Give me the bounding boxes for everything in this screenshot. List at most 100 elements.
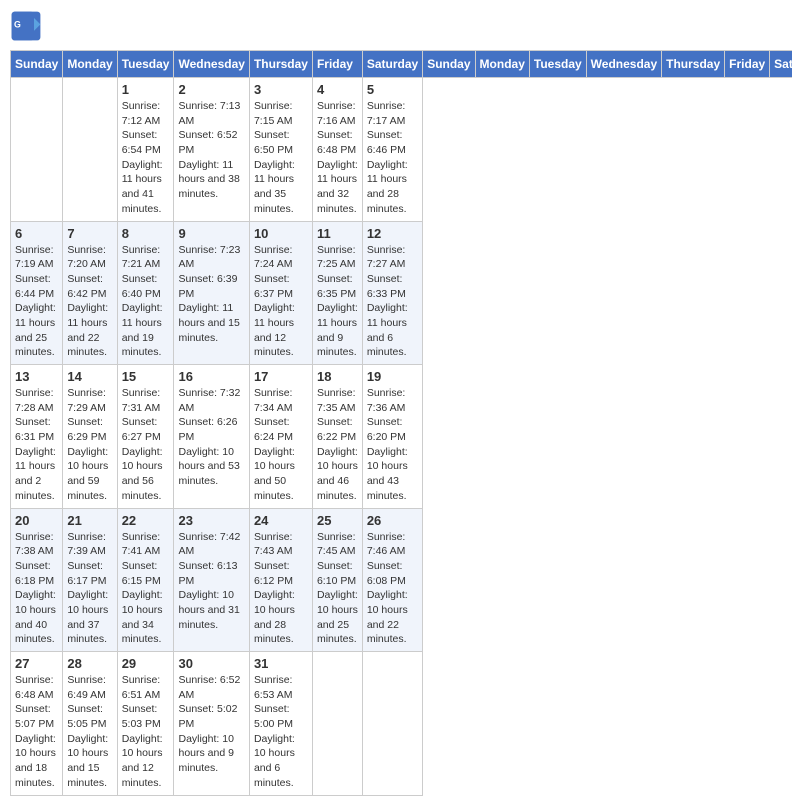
day-number: 22 [122, 513, 170, 528]
calendar-cell: 21 Sunrise: 7:39 AMSunset: 6:17 PMDayligh… [63, 508, 117, 652]
day-number: 25 [317, 513, 358, 528]
calendar-cell: 7 Sunrise: 7:20 AMSunset: 6:42 PMDaylight… [63, 221, 117, 365]
calendar-cell: 11 Sunrise: 7:25 AMSunset: 6:35 PMDayligh… [312, 221, 362, 365]
calendar-cell: 8 Sunrise: 7:21 AMSunset: 6:40 PMDaylight… [117, 221, 174, 365]
day-info: Sunrise: 6:53 AMSunset: 5:00 PMDaylight:… [254, 673, 308, 791]
logo: G [10, 10, 46, 42]
calendar-cell: 5 Sunrise: 7:17 AMSunset: 6:46 PMDaylight… [362, 78, 422, 222]
calendar-cell [362, 652, 422, 796]
day-info: Sunrise: 7:45 AMSunset: 6:10 PMDaylight:… [317, 530, 358, 648]
day-number: 19 [367, 369, 418, 384]
calendar-cell: 2 Sunrise: 7:13 AMSunset: 6:52 PMDaylight… [174, 78, 249, 222]
weekday-header: Wednesday [586, 51, 661, 78]
day-info: Sunrise: 7:39 AMSunset: 6:17 PMDaylight:… [67, 530, 112, 648]
calendar-cell: 18Sunrise: 7:35 AMSunset: 6:22 PMDayligh… [312, 365, 362, 509]
calendar-cell: 31 Sunrise: 6:53 AMSunset: 5:00 PMDayligh… [249, 652, 312, 796]
day-number: 28 [67, 656, 112, 671]
calendar-cell [63, 78, 117, 222]
calendar-week-row: 6Sunrise: 7:19 AMSunset: 6:44 PMDaylight… [11, 221, 792, 365]
day-info: Sunrise: 7:20 AMSunset: 6:42 PMDaylight:… [67, 243, 112, 361]
weekday-header: Wednesday [174, 51, 249, 78]
day-info: Sunrise: 7:23 AMSunset: 6:39 PMDaylight:… [178, 243, 244, 346]
day-info: Sunrise: 7:15 AMSunset: 6:50 PMDaylight:… [254, 99, 308, 217]
weekday-header: Thursday [662, 51, 725, 78]
day-number: 4 [317, 82, 358, 97]
weekday-header: Sunday [11, 51, 63, 78]
day-number: 17 [254, 369, 308, 384]
day-info: Sunrise: 7:32 AMSunset: 6:26 PMDaylight:… [178, 386, 244, 489]
day-number: 1 [122, 82, 170, 97]
calendar-cell: 29 Sunrise: 6:51 AMSunset: 5:03 PMDayligh… [117, 652, 174, 796]
day-number: 27 [15, 656, 58, 671]
header-row: SundayMondayTuesdayWednesdayThursdayFrid… [11, 51, 792, 78]
day-number: 7 [67, 226, 112, 241]
day-number: 5 [367, 82, 418, 97]
calendar-cell: 10Sunrise: 7:24 AMSunset: 6:37 PMDayligh… [249, 221, 312, 365]
day-info: Sunrise: 7:35 AMSunset: 6:22 PMDaylight:… [317, 386, 358, 504]
page-header: G [10, 10, 782, 42]
calendar-cell: 19 Sunrise: 7:36 AMSunset: 6:20 PMDayligh… [362, 365, 422, 509]
calendar-cell: 1Sunrise: 7:12 AMSunset: 6:54 PMDaylight… [117, 78, 174, 222]
day-number: 26 [367, 513, 418, 528]
day-info: Sunrise: 6:51 AMSunset: 5:03 PMDaylight:… [122, 673, 170, 791]
day-info: Sunrise: 7:43 AMSunset: 6:12 PMDaylight:… [254, 530, 308, 648]
day-info: Sunrise: 7:27 AMSunset: 6:33 PMDaylight:… [367, 243, 418, 361]
day-number: 30 [178, 656, 244, 671]
day-info: Sunrise: 7:17 AMSunset: 6:46 PMDaylight:… [367, 99, 418, 217]
weekday-header: Sunday [423, 51, 475, 78]
calendar-cell [11, 78, 63, 222]
day-number: 10 [254, 226, 308, 241]
calendar-cell: 3 Sunrise: 7:15 AMSunset: 6:50 PMDaylight… [249, 78, 312, 222]
day-info: Sunrise: 7:46 AMSunset: 6:08 PMDaylight:… [367, 530, 418, 648]
calendar-cell: 24 Sunrise: 7:43 AMSunset: 6:12 PMDayligh… [249, 508, 312, 652]
day-info: Sunrise: 7:13 AMSunset: 6:52 PMDaylight:… [178, 99, 244, 202]
day-info: Sunrise: 7:29 AMSunset: 6:29 PMDaylight:… [67, 386, 112, 504]
day-info: Sunrise: 6:52 AMSunset: 5:02 PMDaylight:… [178, 673, 244, 776]
day-number: 8 [122, 226, 170, 241]
calendar-week-row: 1Sunrise: 7:12 AMSunset: 6:54 PMDaylight… [11, 78, 792, 222]
calendar-week-row: 13Sunrise: 7:28 AMSunset: 6:31 PMDayligh… [11, 365, 792, 509]
day-number: 13 [15, 369, 58, 384]
day-info: Sunrise: 7:36 AMSunset: 6:20 PMDaylight:… [367, 386, 418, 504]
day-info: Sunrise: 7:34 AMSunset: 6:24 PMDaylight:… [254, 386, 308, 504]
calendar-cell: 30 Sunrise: 6:52 AMSunset: 5:02 PMDayligh… [174, 652, 249, 796]
calendar-cell: 28Sunrise: 6:49 AMSunset: 5:05 PMDayligh… [63, 652, 117, 796]
weekday-header: Monday [475, 51, 529, 78]
weekday-header: Friday [312, 51, 362, 78]
calendar-cell [312, 652, 362, 796]
logo-icon: G [10, 10, 42, 42]
weekday-header: Tuesday [117, 51, 174, 78]
day-info: Sunrise: 7:25 AMSunset: 6:35 PMDaylight:… [317, 243, 358, 361]
day-number: 21 [67, 513, 112, 528]
calendar-table: SundayMondayTuesdayWednesdayThursdayFrid… [10, 50, 792, 796]
calendar-cell: 23Sunrise: 7:42 AMSunset: 6:13 PMDayligh… [174, 508, 249, 652]
day-number: 31 [254, 656, 308, 671]
weekday-header: Thursday [249, 51, 312, 78]
svg-text:G: G [14, 20, 21, 30]
calendar-cell: 9 Sunrise: 7:23 AMSunset: 6:39 PMDaylight… [174, 221, 249, 365]
day-number: 29 [122, 656, 170, 671]
day-info: Sunrise: 7:42 AMSunset: 6:13 PMDaylight:… [178, 530, 244, 633]
day-number: 15 [122, 369, 170, 384]
day-info: Sunrise: 7:31 AMSunset: 6:27 PMDaylight:… [122, 386, 170, 504]
day-number: 14 [67, 369, 112, 384]
calendar-cell: 15 Sunrise: 7:31 AMSunset: 6:27 PMDayligh… [117, 365, 174, 509]
day-info: Sunrise: 7:41 AMSunset: 6:15 PMDaylight:… [122, 530, 170, 648]
day-info: Sunrise: 7:19 AMSunset: 6:44 PMDaylight:… [15, 243, 58, 361]
calendar-cell: 4Sunrise: 7:16 AMSunset: 6:48 PMDaylight… [312, 78, 362, 222]
day-number: 3 [254, 82, 308, 97]
day-info: Sunrise: 7:21 AMSunset: 6:40 PMDaylight:… [122, 243, 170, 361]
weekday-header: Saturday [770, 51, 792, 78]
day-number: 9 [178, 226, 244, 241]
weekday-header: Monday [63, 51, 117, 78]
calendar-week-row: 20Sunrise: 7:38 AMSunset: 6:18 PMDayligh… [11, 508, 792, 652]
calendar-cell: 17 Sunrise: 7:34 AMSunset: 6:24 PMDayligh… [249, 365, 312, 509]
weekday-header: Friday [725, 51, 770, 78]
calendar-cell: 27Sunrise: 6:48 AMSunset: 5:07 PMDayligh… [11, 652, 63, 796]
day-number: 2 [178, 82, 244, 97]
day-number: 24 [254, 513, 308, 528]
calendar-cell: 14 Sunrise: 7:29 AMSunset: 6:29 PMDayligh… [63, 365, 117, 509]
calendar-cell: 6Sunrise: 7:19 AMSunset: 6:44 PMDaylight… [11, 221, 63, 365]
day-number: 11 [317, 226, 358, 241]
calendar-cell: 12Sunrise: 7:27 AMSunset: 6:33 PMDayligh… [362, 221, 422, 365]
